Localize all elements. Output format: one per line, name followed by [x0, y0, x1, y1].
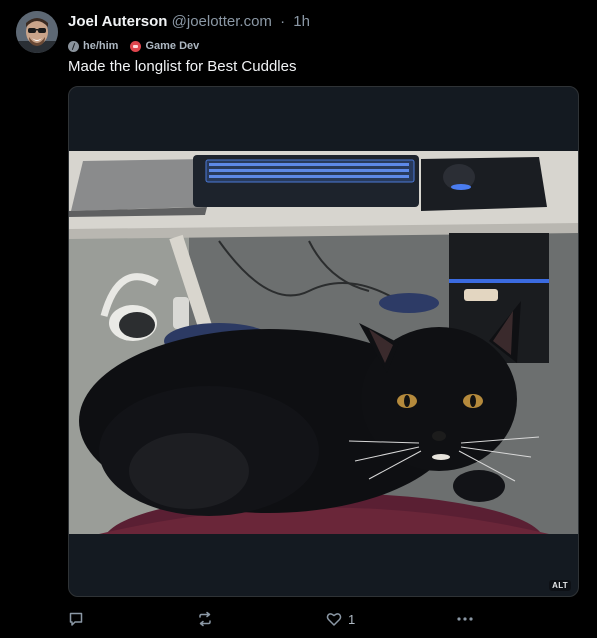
avatar-image: [16, 11, 58, 53]
repost-button[interactable]: [197, 609, 213, 629]
ellipsis-icon: [457, 617, 473, 621]
game-dev-badge[interactable]: Game Dev: [130, 40, 199, 52]
photo-image: [69, 151, 578, 534]
like-button[interactable]: 1: [326, 609, 355, 629]
post-text: Made the longlist for Best Cuddles: [68, 58, 297, 75]
author-badges: he/him Game Dev: [68, 38, 211, 54]
like-count: 1: [348, 611, 356, 627]
header-separator: ·: [280, 13, 286, 30]
author-handle[interactable]: @joelotter.com: [172, 13, 272, 30]
game-controller-icon: [130, 40, 142, 52]
reply-button[interactable]: [68, 609, 84, 629]
author-avatar[interactable]: [16, 11, 58, 53]
heart-icon: [326, 613, 342, 626]
pronoun-badge[interactable]: he/him: [68, 40, 118, 52]
pronoun-label: he/him: [83, 40, 119, 52]
post-card: Joel Auterson @joelotter.com · 1h he/him…: [0, 0, 597, 638]
author-display-name[interactable]: Joel Auterson: [68, 13, 167, 30]
more-options-button[interactable]: [456, 609, 474, 629]
post-timestamp[interactable]: 1h: [293, 13, 310, 30]
game-dev-label: Game Dev: [145, 40, 200, 52]
alt-text-badge[interactable]: ALT: [549, 580, 571, 591]
pronoun-icon: [68, 40, 79, 52]
cat-photo[interactable]: [69, 151, 578, 534]
post-actions: 1: [68, 609, 488, 629]
post-media[interactable]: ALT: [68, 86, 579, 597]
post-header: Joel Auterson @joelotter.com · 1h: [68, 13, 587, 33]
reply-icon: [69, 612, 83, 626]
repost-icon: [199, 611, 211, 627]
